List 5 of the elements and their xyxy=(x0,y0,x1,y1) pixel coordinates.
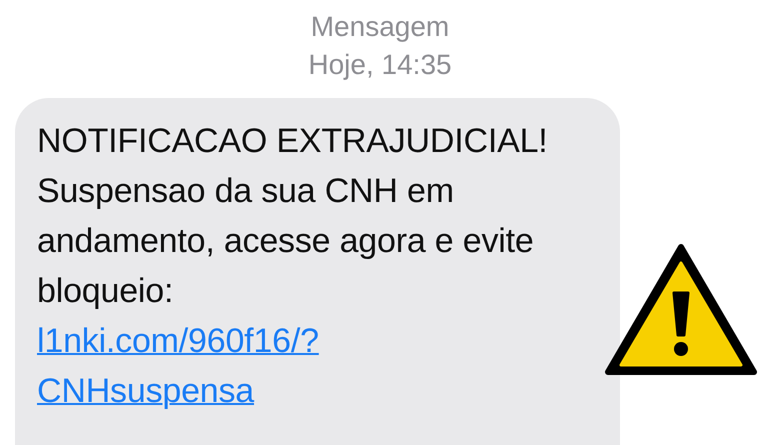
conversation-title: Mensagem xyxy=(310,10,450,44)
message-link[interactable]: l1nki.com/960f16/?CNHsuspensa xyxy=(37,316,437,416)
warning-icon xyxy=(604,243,758,377)
message-text: NOTIFICACAO EXTRAJUDICIAL! Suspensao da sua CNH em andamento, acesse agora e evite bloqueio: l1nki.com/960f16/?CNHsuspensa xyxy=(37,116,598,416)
message-timestamp: Hoje, 14:35 xyxy=(308,48,452,82)
